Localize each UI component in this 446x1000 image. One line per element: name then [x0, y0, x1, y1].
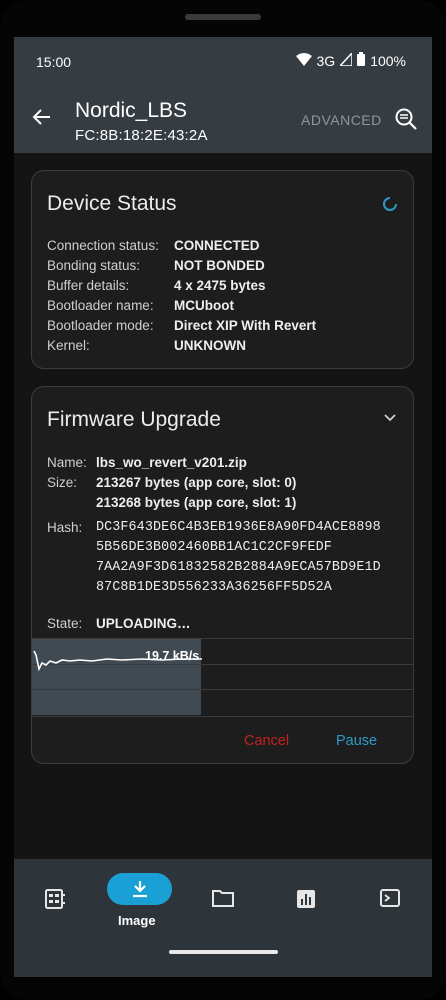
back-arrow-icon[interactable] [32, 107, 52, 132]
device-status-title: Device Status [47, 192, 177, 215]
nav-files[interactable] [203, 889, 243, 913]
field-label: Buffer details: [47, 278, 130, 293]
nav-shell[interactable] [370, 889, 410, 913]
device-status-card: Device Status Connection status: CONNECT… [31, 170, 414, 369]
size-values: 213267 bytes (app core, slot: 0) 213268 … [96, 473, 296, 513]
device-address: FC:8B:18:2E:43:2A [75, 127, 208, 144]
speaker-grille [185, 14, 261, 20]
battery-icon [357, 52, 366, 69]
field-label: Bootloader mode: [47, 318, 154, 333]
device-info-icon [44, 889, 66, 913]
folder-icon [212, 889, 234, 913]
firmware-upgrade-title: Firmware Upgrade [47, 408, 221, 431]
size-row: Size: 213267 bytes (app core, slot: 0) 2… [47, 473, 296, 513]
file-name-row: Name: lbs_wo_revert_v201.zip [47, 453, 247, 473]
field-label: Name: [47, 455, 87, 470]
field-label: Bonding status: [47, 258, 141, 273]
loading-spinner-icon [382, 196, 398, 217]
buffer-details-row: Buffer details: 4 x 2475 bytes [47, 276, 266, 296]
hash-values: DC3F643DE6C4B3EB1936E8A90FD4ACE8898 5B56… [96, 518, 381, 598]
screen: 15:00 3G 100% Nordic_LBS FC:8B:18:2E:43:… [14, 37, 432, 977]
kernel-value: UNKNOWN [174, 338, 246, 353]
connection-status-row: Connection status: CONNECTED [47, 236, 260, 256]
field-label: Bootloader name: [47, 298, 154, 313]
field-label: State: [47, 616, 83, 631]
size-line-2: 213268 bytes (app core, slot: 1) [96, 495, 297, 510]
field-label: Size: [47, 475, 78, 490]
bottom-navigation: Image [14, 859, 432, 977]
upgrade-actions: Cancel Pause [32, 716, 413, 763]
nav-device-info[interactable] [35, 889, 75, 913]
network-type: 3G [316, 52, 336, 69]
bar-chart-icon [296, 889, 316, 913]
upload-speed-label: 19.7 kB/s [145, 649, 200, 663]
hash-line: 5B56DE3B002460BB1AC1C2CF9FEDF [96, 540, 332, 555]
bonding-status-value: NOT BONDED [174, 258, 265, 273]
device-name-title: Nordic_LBS [75, 99, 188, 122]
bonding-status-row: Bonding status: NOT BONDED [47, 256, 265, 276]
upload-speed-chart: 19.7 kB/s [32, 638, 413, 717]
pause-button[interactable]: Pause [336, 733, 377, 749]
bootloader-mode-row: Bootloader mode: Direct XIP With Revert [47, 316, 316, 336]
state-value: UPLOADING… [96, 616, 191, 631]
file-name-value: lbs_wo_revert_v201.zip [96, 455, 247, 470]
size-line-1: 213267 bytes (app core, slot: 0) [96, 475, 297, 490]
field-label: Kernel: [47, 338, 90, 353]
chevron-down-icon[interactable] [382, 410, 398, 431]
home-indicator[interactable] [169, 950, 278, 954]
status-icons: 3G 100% [295, 50, 406, 69]
bootloader-name-value: MCUboot [174, 298, 234, 313]
hash-line: 87C8B1DE3D556233A36256FF5D52A [96, 580, 332, 595]
bootloader-name-row: Bootloader name: MCUboot [47, 296, 234, 316]
speed-line-svg [33, 650, 202, 672]
bootloader-mode-value: Direct XIP With Revert [174, 318, 317, 333]
signal-icon [338, 50, 353, 69]
app-bar: Nordic_LBS FC:8B:18:2E:43:2A ADVANCED [14, 85, 432, 153]
connection-status-value: CONNECTED [174, 238, 260, 253]
buffer-details-value: 4 x 2475 bytes [174, 278, 266, 293]
hash-line: DC3F643DE6C4B3EB1936E8A90FD4ACE8898 [96, 520, 381, 535]
kernel-row: Kernel: UNKNOWN [47, 336, 246, 356]
hash-row: Hash: DC3F643DE6C4B3EB1936E8A90FD4ACE889… [47, 518, 381, 598]
search-logs-icon[interactable] [394, 107, 418, 136]
status-bar: 15:00 3G 100% [14, 37, 432, 85]
field-label: Connection status: [47, 238, 159, 253]
status-time: 15:00 [36, 54, 72, 70]
nav-image[interactable] [107, 873, 172, 905]
nav-image-label: Image [118, 913, 156, 928]
advanced-button[interactable]: ADVANCED [301, 112, 382, 128]
phone-frame: 15:00 3G 100% Nordic_LBS FC:8B:18:2E:43:… [0, 0, 446, 1000]
nav-stats[interactable] [286, 889, 326, 913]
field-label: Hash: [47, 520, 83, 535]
wifi-icon [295, 52, 312, 69]
state-row: State: UPLOADING… [47, 614, 191, 634]
terminal-icon [380, 889, 400, 913]
firmware-upgrade-card: Firmware Upgrade Name: lbs_wo_revert_v20… [31, 386, 414, 764]
hash-line: 7AA2A9F3D61832582B2884A9ECA57BD9E1D [96, 560, 381, 575]
download-icon [131, 880, 149, 903]
battery-percent: 100% [370, 52, 406, 69]
cancel-button[interactable]: Cancel [244, 733, 289, 749]
